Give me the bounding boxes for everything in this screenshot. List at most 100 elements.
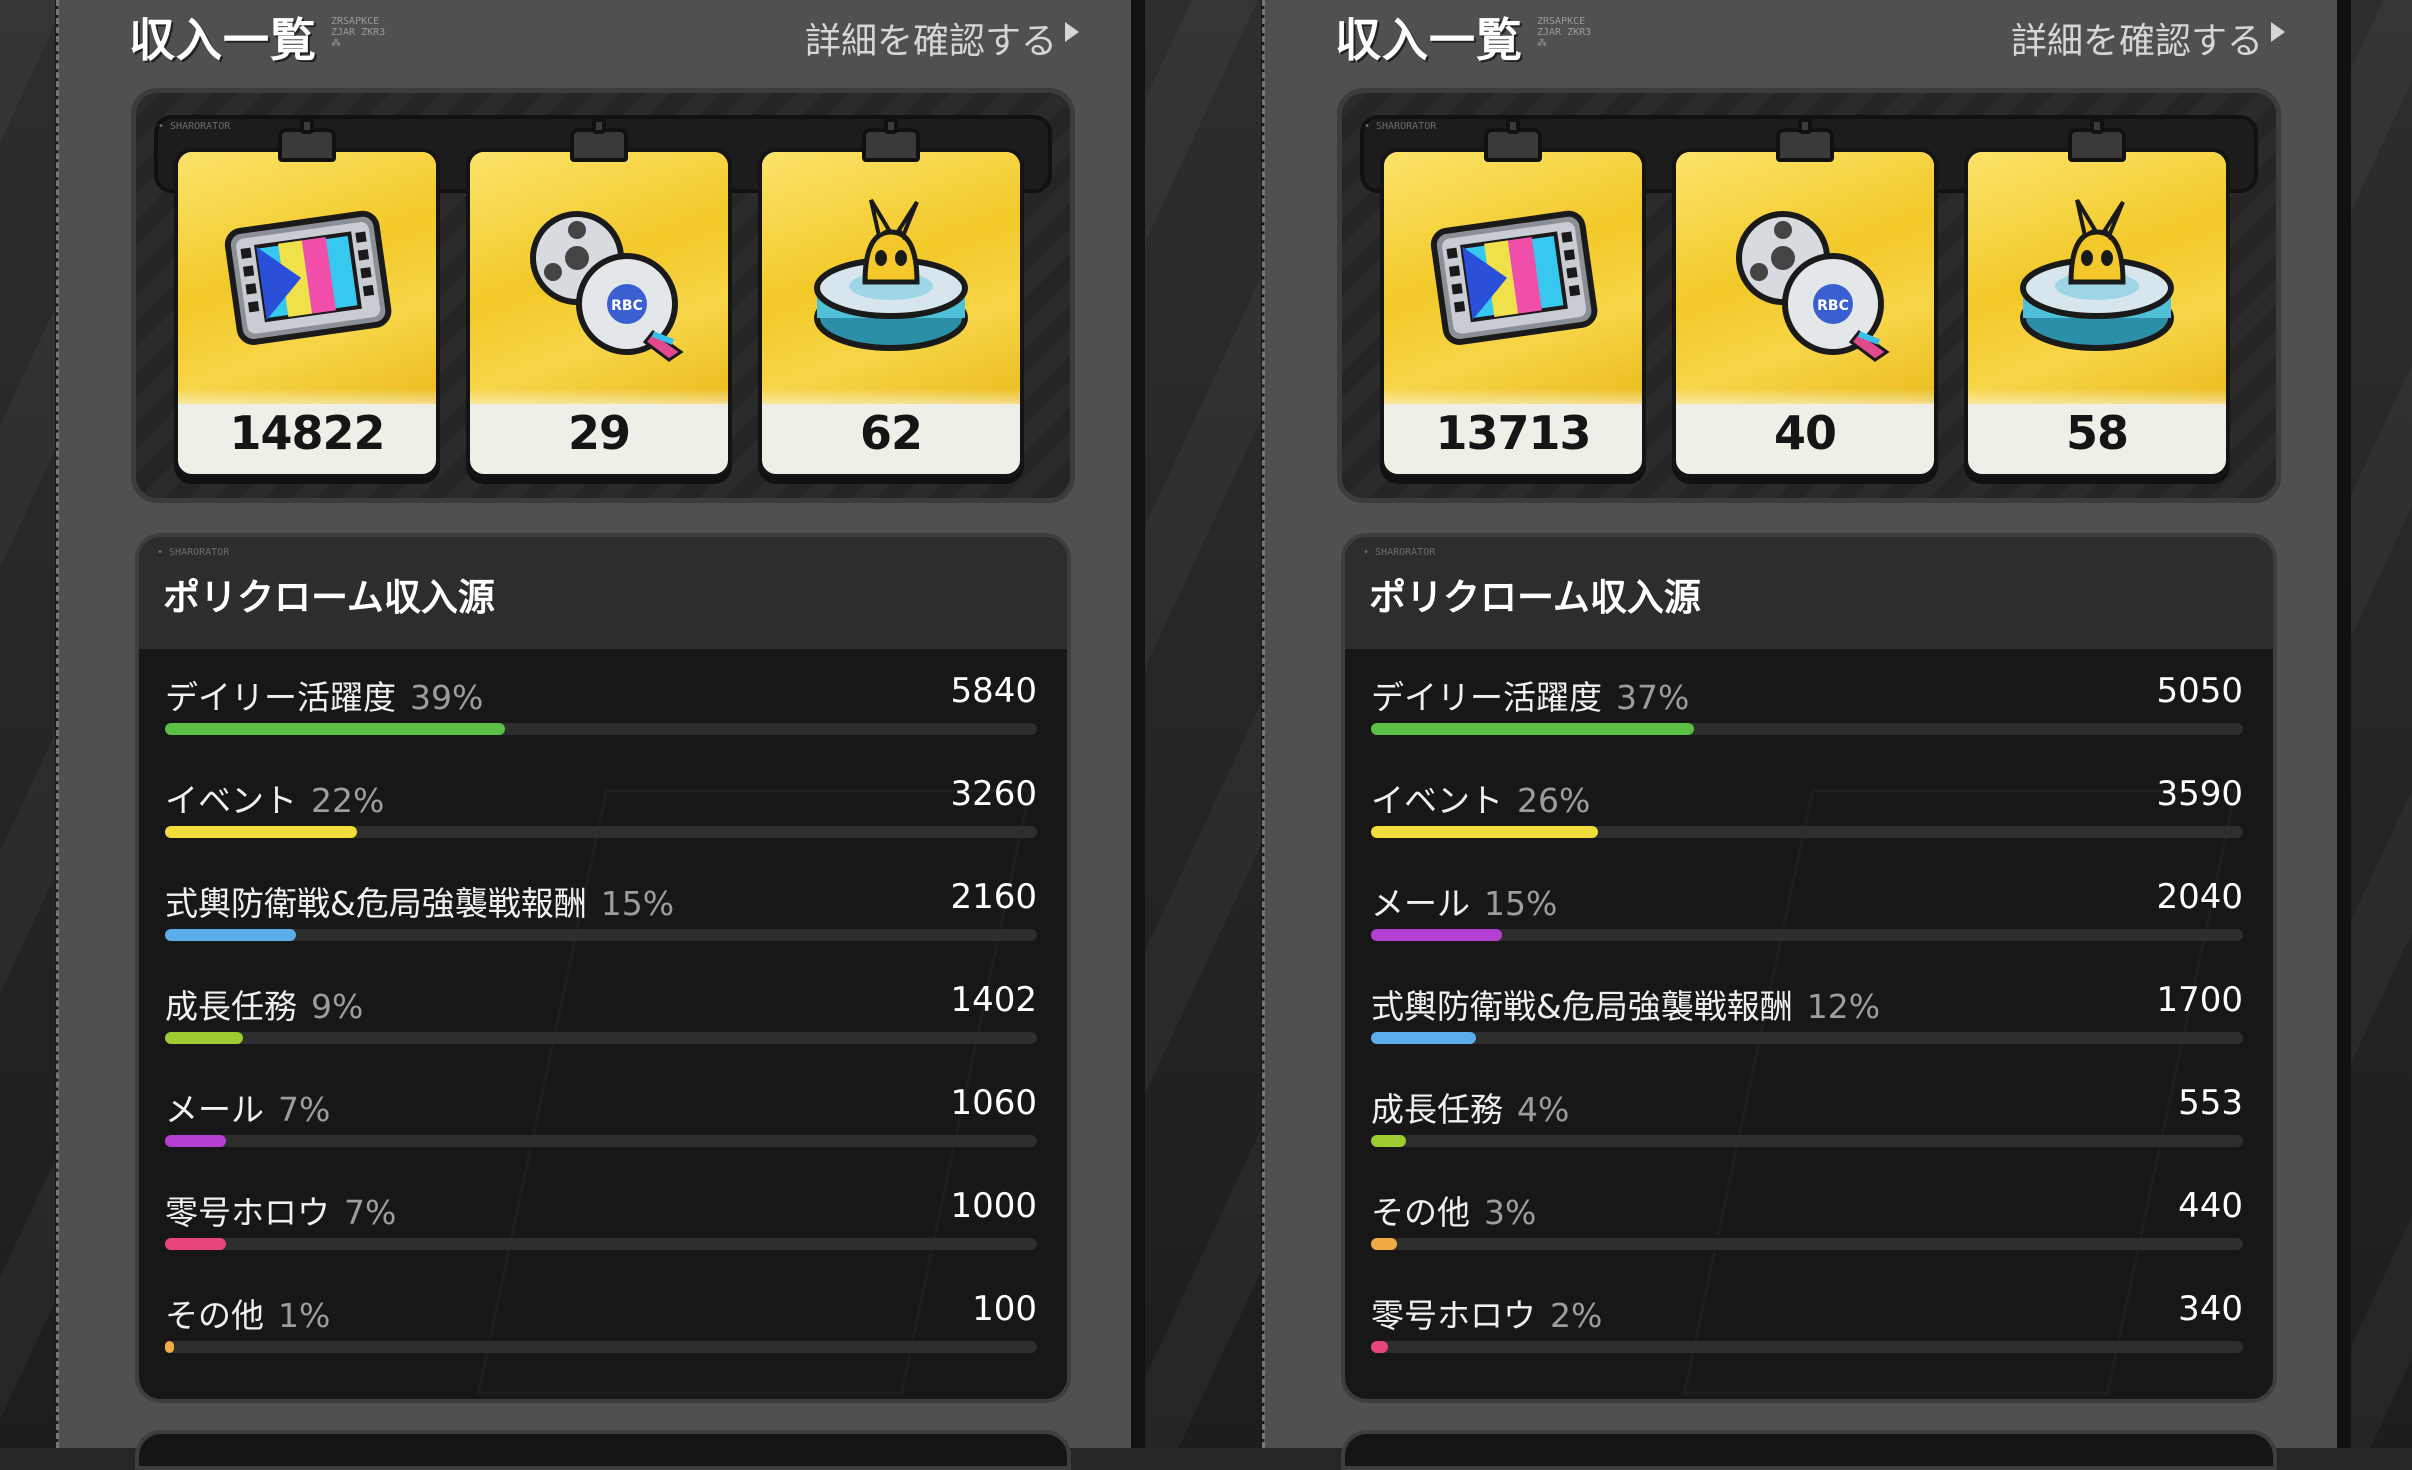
view-details-link[interactable]: 詳細を確認する	[2011, 12, 2263, 64]
source-percent: 4%	[1517, 1090, 1570, 1129]
source-name: 成長任務	[165, 987, 297, 1026]
reward-count: 13713	[1435, 406, 1591, 460]
panel-tag: • SHARORATOR	[1363, 547, 1436, 558]
progress-track	[165, 723, 1037, 735]
film-frame-icon	[1417, 192, 1609, 362]
source-amount: 3590	[2156, 774, 2243, 814]
page-title: 収入一覧	[129, 13, 317, 67]
clip-icon	[570, 118, 628, 162]
source-name: 零号ホロウ	[1371, 1296, 1536, 1335]
income-source-row: デイリー活躍度 37% 5050	[1371, 649, 2243, 752]
reward-card-film[interactable]: 13713	[1380, 118, 1646, 478]
income-header: 収入一覧 ZRSAPKCE ZJAR ZKR3 ⁂ 詳細を確認する	[1335, 0, 2285, 67]
progress-track	[1371, 1238, 2243, 1250]
source-amount: 2160	[950, 877, 1037, 917]
film-reels-icon: RBC	[1709, 192, 1901, 362]
source-amount: 3260	[950, 774, 1037, 814]
progress-fill	[165, 1135, 227, 1147]
source-percent: 15%	[600, 884, 675, 923]
income-source-row: 成長任務 9% 1402	[165, 958, 1037, 1061]
progress-fill	[165, 1238, 227, 1250]
reward-count: 14822	[229, 406, 385, 460]
source-percent: 7%	[278, 1090, 331, 1129]
source-percent: 7%	[344, 1193, 397, 1232]
income-source-row: イベント 22% 3260	[165, 752, 1037, 855]
source-percent: 22%	[311, 781, 385, 820]
next-panel-edge	[135, 1430, 1071, 1470]
title-decoration-text: ZRSAPKCE ZJAR ZKR3 ⁂	[1537, 16, 1592, 49]
source-name: 式輿防衛戦&危局強襲戦報酬	[165, 884, 587, 923]
clip-icon	[2068, 118, 2126, 162]
title-decoration-text: ZRSAPKCE ZJAR ZKR3 ⁂	[331, 16, 386, 49]
reward-count: 29	[567, 406, 631, 460]
source-name: デイリー活躍度	[1371, 678, 1602, 717]
chevron-right-icon[interactable]	[2271, 22, 2285, 42]
clip-icon	[1484, 118, 1542, 162]
chevron-right-icon[interactable]	[1065, 22, 1079, 42]
income-source-panel: • SHARORATOR ポリクローム収入源 デイリー活躍度 39% 5840 イ…	[135, 533, 1071, 1403]
income-source-row: デイリー活躍度 39% 5840	[165, 649, 1037, 752]
reward-count: 62	[859, 406, 923, 460]
source-percent: 26%	[1517, 781, 1591, 820]
source-name: 式輿防衛戦&危局強襲戦報酬	[1371, 987, 1793, 1026]
source-percent: 12%	[1806, 987, 1881, 1026]
progress-fill	[1371, 826, 1598, 838]
clip-icon	[278, 118, 336, 162]
source-name: メール	[1371, 884, 1470, 923]
progress-fill	[165, 929, 296, 941]
source-amount: 5050	[2156, 671, 2243, 711]
income-panel-right: 収入一覧 ZRSAPKCE ZJAR ZKR3 ⁂ 詳細を確認する • SHAR…	[1261, 0, 2351, 1470]
svg-text:RBC: RBC	[1817, 298, 1849, 314]
source-amount: 340	[2178, 1289, 2243, 1329]
source-amount: 1700	[2156, 980, 2243, 1020]
reward-summary: • SHARORATOR	[131, 88, 1075, 503]
source-name: メール	[165, 1090, 264, 1129]
progress-track	[1371, 1135, 2243, 1147]
progress-fill	[1371, 1238, 1398, 1250]
reward-summary: • SHARORATOR	[1337, 88, 2281, 503]
reward-count: 58	[2065, 406, 2129, 460]
progress-track	[1371, 1341, 2243, 1353]
income-source-panel: • SHARORATOR ポリクローム収入源 デイリー活躍度 37% 5050 イ…	[1341, 533, 2277, 1403]
progress-track	[165, 1032, 1037, 1044]
progress-track	[165, 1238, 1037, 1250]
source-percent: 15%	[1484, 884, 1558, 923]
next-panel-edge	[1341, 1430, 2277, 1470]
source-amount: 1000	[950, 1186, 1037, 1226]
panel-tag: • SHARORATOR	[157, 547, 230, 558]
source-amount: 1060	[950, 1083, 1037, 1123]
income-source-row: 式輿防衛戦&危局強襲戦報酬 12% 1700	[1371, 958, 2243, 1061]
source-name: イベント	[1371, 781, 1503, 820]
income-header: 収入一覧 ZRSAPKCE ZJAR ZKR3 ⁂ 詳細を確認する	[129, 0, 1079, 67]
source-name: その他	[165, 1296, 264, 1335]
progress-track	[165, 1135, 1037, 1147]
income-source-title: ポリクローム収入源	[1369, 576, 1701, 619]
source-name: イベント	[165, 781, 297, 820]
reward-card-bangboo[interactable]: 58	[1964, 118, 2230, 478]
bangboo-platform-icon	[795, 192, 987, 362]
reward-card-film[interactable]: 14822	[174, 118, 440, 478]
progress-track	[165, 929, 1037, 941]
reward-card-bangboo[interactable]: 62	[758, 118, 1024, 478]
svg-text:RBC: RBC	[611, 298, 643, 314]
income-source-row: 式輿防衛戦&危局強襲戦報酬 15% 2160	[165, 855, 1037, 958]
progress-fill	[1371, 723, 1694, 735]
progress-fill	[1371, 1135, 1406, 1147]
clip-icon	[1776, 118, 1834, 162]
bangboo-platform-icon	[2001, 192, 2193, 362]
income-source-row: メール 15% 2040	[1371, 855, 2243, 958]
progress-fill	[165, 1341, 174, 1353]
source-amount: 553	[2178, 1083, 2243, 1123]
source-name: 零号ホロウ	[165, 1193, 330, 1232]
view-details-link[interactable]: 詳細を確認する	[805, 12, 1057, 64]
income-source-row: イベント 26% 3590	[1371, 752, 2243, 855]
source-amount: 100	[972, 1289, 1037, 1329]
reward-card-reels[interactable]: RBC 29	[466, 118, 732, 478]
source-name: 成長任務	[1371, 1090, 1503, 1129]
source-amount: 5840	[950, 671, 1037, 711]
progress-fill	[1371, 1032, 1476, 1044]
progress-track	[1371, 723, 2243, 735]
reward-card-reels[interactable]: RBC 40	[1672, 118, 1938, 478]
source-name: その他	[1371, 1193, 1470, 1232]
film-frame-icon	[211, 192, 403, 362]
